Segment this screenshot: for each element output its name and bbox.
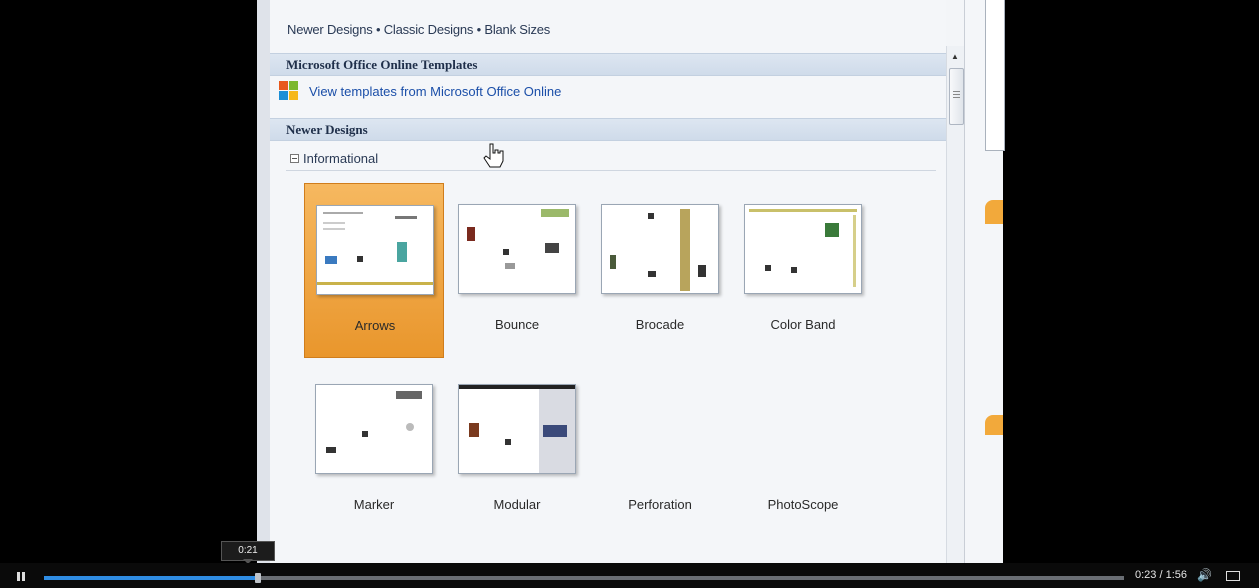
preview-thumbnail-edge [985,0,1005,151]
category-nav[interactable]: Newer Designs • Classic Designs • Blank … [287,22,550,37]
volume-icon[interactable]: 🔊 [1197,568,1212,582]
hand-cursor-icon [483,143,504,168]
template-tile-perforation[interactable]: Perforation [590,363,730,538]
template-tile-photoscope[interactable]: PhotoScope [733,363,873,538]
template-tile-brocade[interactable]: Brocade [590,183,730,358]
scroll-up-arrow-icon[interactable]: ▲ [951,52,959,61]
time-display: 0:23 / 1:56 [1135,569,1187,581]
video-player-controls: 0:23 / 1:56 🔊 [0,563,1259,588]
vertical-scrollbar[interactable]: ▲ [946,46,965,563]
template-thumbnail [315,384,433,474]
template-tile-arrows[interactable]: Arrows [304,183,444,358]
office-online-link-label[interactable]: View templates from Microsoft Office Onl… [309,84,561,99]
template-thumbnail [458,204,576,294]
section-header-online: Microsoft Office Online Templates [270,53,946,76]
captions-icon[interactable] [1226,571,1240,581]
preview-section-header [985,415,1003,435]
template-label: Arrows [354,318,396,333]
template-tile-modular[interactable]: Modular [447,363,587,538]
seek-progress [44,576,258,580]
template-thumbnail [316,205,434,295]
seek-handle[interactable] [254,573,261,583]
template-thumbnail [744,204,862,294]
office-logo-icon [279,81,299,101]
template-tile-marker[interactable]: Marker [304,363,444,538]
section-title: Newer Designs [286,122,368,137]
office-online-link[interactable]: View templates from Microsoft Office Onl… [279,80,561,102]
template-label: PhotoScope [767,497,839,512]
template-thumbnail [601,204,719,294]
collapse-icon[interactable] [290,154,299,163]
section-header-newer-designs: Newer Designs [270,118,946,141]
template-label: Color Band [770,317,836,332]
template-label: Brocade [635,317,685,332]
current-time: 0:23 [1135,569,1157,581]
template-thumbnail [458,384,576,474]
seek-bar[interactable] [44,573,1124,583]
scrollbar-thumb[interactable] [949,68,964,125]
seek-tooltip: 0:21 [221,541,275,561]
group-label: Informational [303,151,379,166]
time-separator: / [1159,569,1163,581]
group-informational[interactable]: Informational [290,151,378,166]
template-label: Perforation [628,497,692,512]
preview-pane-edge [964,0,1005,563]
template-tile-color-band[interactable]: Color Band [733,183,873,358]
section-title: Microsoft Office Online Templates [286,57,478,72]
template-tile-bounce[interactable]: Bounce [447,183,587,358]
template-label: Bounce [494,317,540,332]
pause-button[interactable] [17,572,25,581]
duration: 1:56 [1165,569,1188,581]
template-label: Marker [353,497,395,512]
template-label: Modular [493,497,541,512]
dialog-left-edge [257,0,270,563]
preview-section-header [985,200,1003,224]
group-divider [286,170,936,171]
